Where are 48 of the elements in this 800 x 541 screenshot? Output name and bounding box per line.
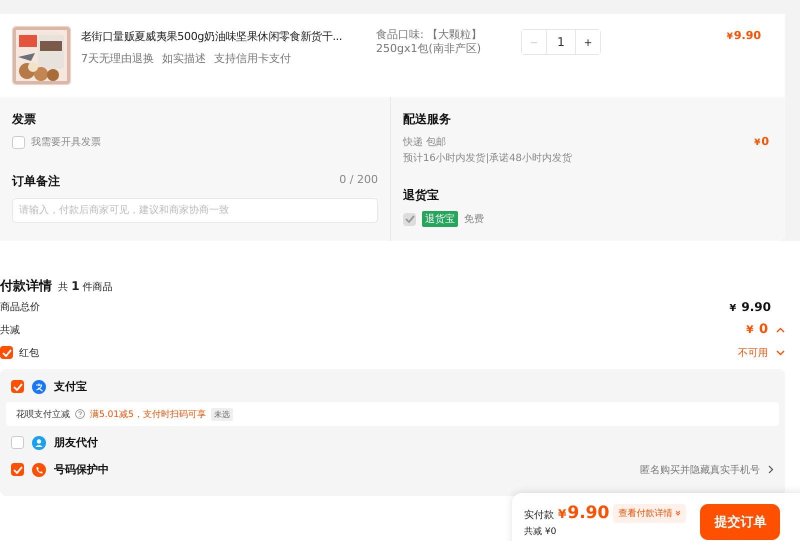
- checkbox[interactable]: [0, 346, 13, 359]
- promo-offer: 满5.01减5，支付时扫码可享: [90, 408, 206, 420]
- section-heading: 订单备注: [12, 173, 60, 190]
- chevron-icon[interactable]: [776, 350, 785, 356]
- double-chevron-icon: [675, 510, 682, 516]
- fee-note: 免费: [464, 212, 484, 226]
- item-count: 共 1 件商品: [58, 279, 113, 294]
- discount-summary: 共减 ¥0: [524, 526, 558, 538]
- section-heading: 退货宝: [403, 187, 440, 204]
- delivery-method: 快递 包邮: [403, 136, 446, 150]
- product-spec: 食品口味: 【大颗粒】: [376, 28, 484, 42]
- total-price: ¥ 9.90: [730, 300, 771, 314]
- status-tag: 未选: [210, 408, 233, 420]
- delivery-estimate: 预计16小时内发货|承诺48小时内发货: [403, 152, 573, 166]
- total-amount: ¥9.90: [558, 503, 610, 523]
- help-icon[interactable]: [75, 409, 85, 419]
- phone-shield-icon: [32, 462, 46, 476]
- row-label: 商品总价: [0, 300, 40, 314]
- service-tag: 如实描述: [162, 51, 206, 66]
- product-spec: 250gx1包(南非产区): [376, 42, 482, 56]
- item-price: ¥9.90: [726, 29, 761, 42]
- total-label: 实付款: [524, 508, 554, 522]
- service-tag: 支持信用卡支付: [214, 51, 291, 66]
- note-field[interactable]: 请输入，付款后商家可见，建议和商家协商一致: [12, 198, 378, 223]
- row-label: 红包: [19, 346, 39, 360]
- promo-label: 花呗支付立减: [16, 408, 70, 420]
- friend-icon: [32, 436, 46, 450]
- section-heading: 配送服务: [403, 111, 452, 128]
- discount-amount: ¥ 0: [746, 322, 768, 337]
- payment-method-label[interactable]: 号码保护中: [54, 462, 109, 477]
- chevron-right-icon[interactable]: [768, 465, 774, 474]
- checkbox[interactable]: [11, 380, 24, 393]
- service-tag: 7天无理由退换: [81, 51, 154, 66]
- return-insurance-badge: 退货宝: [422, 211, 458, 227]
- delivery-fee: ¥0: [754, 135, 769, 150]
- payment-method-label[interactable]: 朋友代付: [54, 435, 98, 450]
- row-label: 共减: [0, 324, 20, 336]
- payment-method-label[interactable]: 支付宝: [54, 379, 87, 394]
- chevron-icon[interactable]: [776, 326, 785, 332]
- checkbox[interactable]: [11, 463, 24, 476]
- coupon-status: 不可用: [738, 346, 768, 360]
- checkbox[interactable]: [12, 136, 25, 148]
- char-counter: 0 / 200: [339, 173, 378, 188]
- privacy-hint[interactable]: 匿名购买并隐藏真实手机号: [640, 462, 760, 476]
- section-heading: 发票: [12, 111, 37, 128]
- product-title[interactable]: 老街口量贩夏威夷果500g奶油味坚果休闲零食新货干...: [81, 29, 371, 44]
- checkbox[interactable]: [11, 436, 24, 449]
- alipay-icon: [32, 380, 46, 394]
